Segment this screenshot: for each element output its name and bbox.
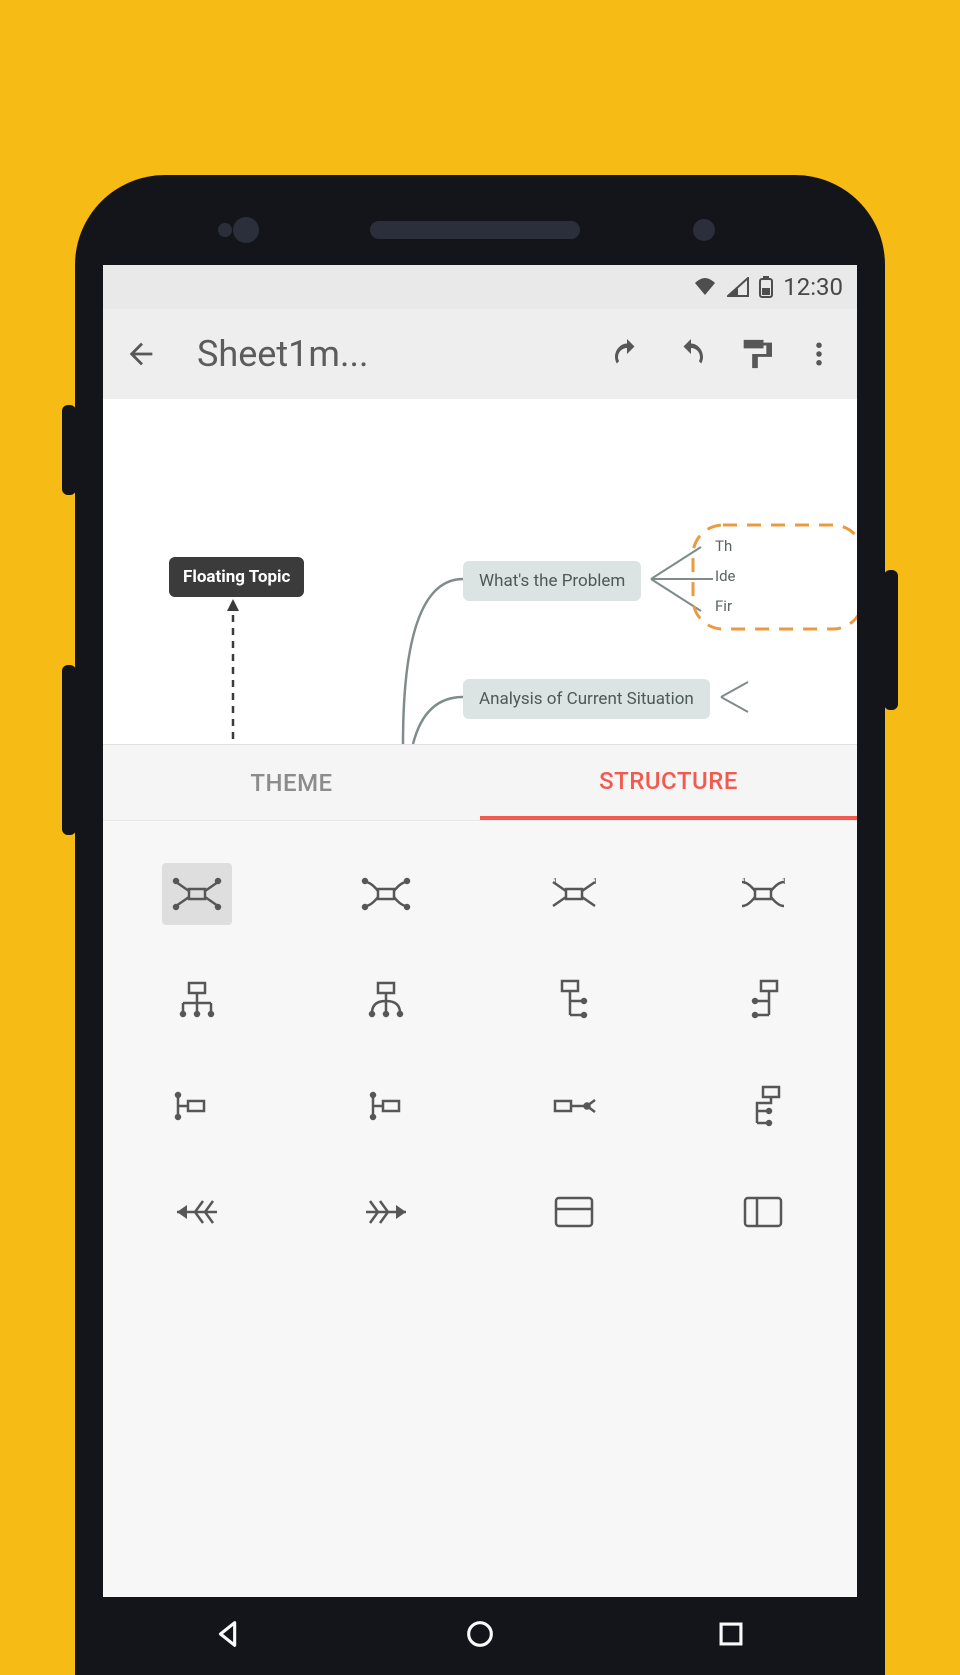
structure-tree-right-alt[interactable] <box>728 969 798 1031</box>
leaf-node-1[interactable]: Th <box>715 537 732 555</box>
structure-fishbone-left[interactable] <box>162 1181 232 1243</box>
tree-right-alt-icon <box>743 979 783 1021</box>
phone-camera-2 <box>693 219 715 241</box>
back-button[interactable] <box>113 326 169 382</box>
logic-right-icon <box>174 1090 220 1122</box>
format-paint-icon <box>738 337 772 371</box>
structure-logic-right-alt[interactable] <box>351 1075 421 1137</box>
status-bar: 12:30 <box>103 265 857 309</box>
tree-down-icon <box>743 1085 783 1127</box>
circle-home-icon <box>463 1617 497 1651</box>
tree-right-icon <box>554 979 594 1021</box>
tab-structure[interactable]: STRUCTURE <box>480 745 857 820</box>
volume-down-button <box>62 665 76 835</box>
undo-icon <box>609 336 645 372</box>
wifi-icon <box>693 277 717 297</box>
balance-map-icon <box>172 876 222 912</box>
power-button <box>884 570 898 710</box>
structure-logic-right[interactable] <box>162 1075 232 1137</box>
org-chart-down-alt-icon <box>364 981 408 1019</box>
structure-balance-map-clockwise[interactable] <box>351 863 421 925</box>
balance-map-ordered-1-icon: 11 <box>549 876 599 912</box>
status-time: 12:30 <box>783 273 843 301</box>
nav-back-button[interactable] <box>212 1617 246 1655</box>
structure-logic-right-2[interactable] <box>539 1075 609 1137</box>
structure-spreadsheet-rows[interactable] <box>539 1181 609 1243</box>
phone-camera <box>233 217 259 243</box>
mindmap-canvas[interactable]: Floating Topic What's the Problem Analys… <box>103 399 857 744</box>
structure-tree-right[interactable] <box>539 969 609 1031</box>
more-button[interactable] <box>791 326 847 382</box>
structure-fishbone-right[interactable] <box>351 1181 421 1243</box>
spreadsheet-cols-icon <box>742 1195 784 1229</box>
arrow-left-icon <box>124 337 158 371</box>
battery-icon <box>759 276 773 298</box>
sheet-title[interactable]: Sheet1m... <box>177 333 591 375</box>
volume-up-button <box>62 405 76 495</box>
spreadsheet-rows-icon <box>553 1195 595 1229</box>
structure-org-chart-down-alt[interactable] <box>351 969 421 1031</box>
svg-text:1: 1 <box>782 877 787 886</box>
nav-home-button[interactable] <box>463 1617 497 1655</box>
topic-node-problem[interactable]: What's the Problem <box>463 561 641 601</box>
structure-spreadsheet-cols[interactable] <box>728 1181 798 1243</box>
logic-right-alt-icon <box>363 1090 409 1122</box>
svg-text:1: 1 <box>742 877 747 886</box>
structure-balance-map[interactable] <box>162 863 232 925</box>
org-chart-down-icon <box>175 981 219 1019</box>
leaf-node-3[interactable]: Fir <box>715 597 732 615</box>
structure-grid: 11 11 <box>103 820 857 1597</box>
redo-icon <box>673 336 709 372</box>
android-nav-bar <box>103 1597 857 1675</box>
format-tabs: THEME STRUCTURE <box>103 744 857 820</box>
svg-text:1: 1 <box>553 877 558 886</box>
floating-topic-node[interactable]: Floating Topic <box>169 557 304 597</box>
leaf-node-2[interactable]: Ide <box>715 567 736 585</box>
triangle-back-icon <box>212 1617 246 1651</box>
square-recent-icon <box>714 1617 748 1651</box>
tab-theme[interactable]: THEME <box>103 745 480 820</box>
phone-sensor <box>218 223 232 237</box>
fishbone-left-icon <box>173 1197 221 1227</box>
app-bar: Sheet1m... <box>103 309 857 399</box>
undo-button[interactable] <box>599 326 655 382</box>
more-vert-icon <box>804 339 834 369</box>
phone-speaker <box>370 221 580 239</box>
logic-right-2-icon <box>551 1094 597 1118</box>
fishbone-right-icon <box>362 1197 410 1227</box>
topic-node-analysis[interactable]: Analysis of Current Situation <box>463 679 710 719</box>
nav-recent-button[interactable] <box>714 1617 748 1655</box>
structure-balance-map-ordered-2[interactable]: 11 <box>728 863 798 925</box>
screen: 12:30 Sheet1m... <box>103 265 857 1675</box>
structure-balance-map-ordered-1[interactable]: 11 <box>539 863 609 925</box>
balance-map-ordered-2-icon: 11 <box>738 876 788 912</box>
phone-frame: 12:30 Sheet1m... <box>75 175 885 1675</box>
balance-map-clockwise-icon <box>361 876 411 912</box>
format-button[interactable] <box>727 326 783 382</box>
structure-org-chart-down[interactable] <box>162 969 232 1031</box>
svg-text:1: 1 <box>593 877 598 886</box>
structure-tree-down[interactable] <box>728 1075 798 1137</box>
redo-button[interactable] <box>663 326 719 382</box>
cellular-icon <box>727 277 749 297</box>
